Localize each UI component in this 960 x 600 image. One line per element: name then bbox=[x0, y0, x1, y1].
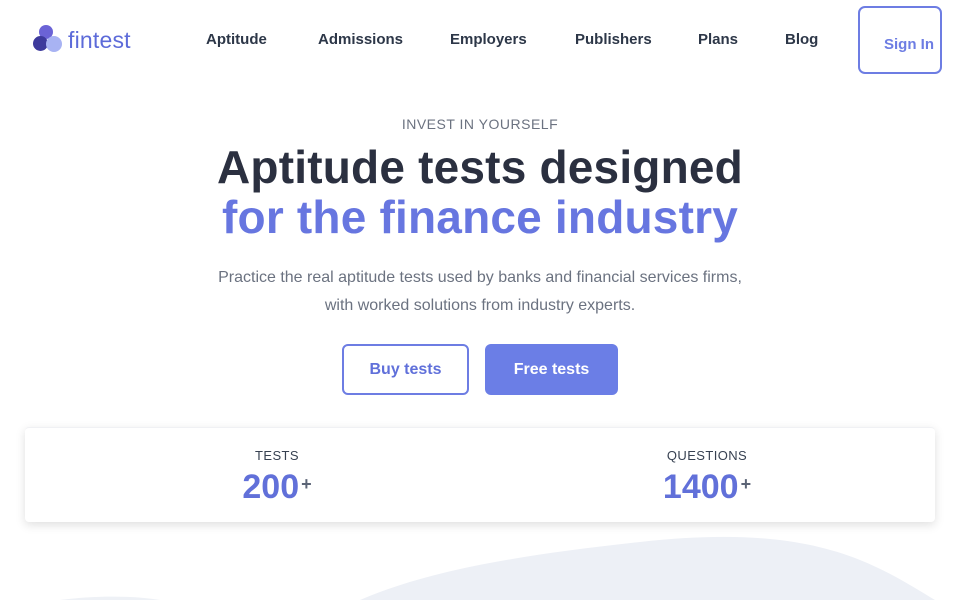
headline-line-1: Aptitude tests designed bbox=[217, 141, 743, 193]
subtext-line-1: Practice the real aptitude tests used by… bbox=[218, 269, 742, 286]
nav-item-publishers[interactable]: Publishers bbox=[575, 31, 652, 48]
headline-line-2: for the finance industry bbox=[222, 191, 738, 243]
stats-card: TESTS 200 + QUESTIONS 1400 + bbox=[25, 427, 935, 522]
hero-eyebrow: INVEST IN YOURSELF bbox=[401, 116, 559, 132]
free-tests-button[interactable]: Free tests bbox=[485, 344, 618, 395]
stat-label: QUESTIONS bbox=[666, 448, 748, 463]
subtext-line-2: with worked solutions from industry expe… bbox=[324, 297, 636, 314]
stat-value: 1400 + bbox=[587, 465, 827, 506]
nav-item-plans[interactable]: Plans bbox=[698, 31, 738, 48]
decorative-wave bbox=[60, 536, 935, 600]
hero-headline: Aptitude tests designed for the finance … bbox=[0, 142, 960, 242]
site-header: fintest Aptitude Admissions Employers Pu… bbox=[0, 0, 960, 80]
stat-label: TESTS bbox=[255, 448, 299, 463]
nav-item-employers[interactable]: Employers bbox=[450, 31, 527, 48]
stat-value: 200 + bbox=[157, 465, 397, 506]
sign-in-button[interactable]: Sign In bbox=[858, 6, 942, 74]
nav-item-aptitude[interactable]: Aptitude bbox=[206, 31, 267, 48]
nav-item-admissions[interactable]: Admissions bbox=[318, 31, 403, 48]
buy-tests-button[interactable]: Buy tests bbox=[342, 344, 469, 395]
stat-tests: TESTS 200 + bbox=[157, 448, 397, 506]
stat-questions: QUESTIONS 1400 + bbox=[587, 448, 827, 506]
main-nav: Aptitude Admissions Employers Publishers… bbox=[0, 31, 960, 51]
hero-subtext: Practice the real aptitude tests used by… bbox=[0, 264, 960, 320]
stat-suffix: + bbox=[301, 474, 312, 494]
nav-item-blog[interactable]: Blog bbox=[785, 31, 818, 48]
stat-number: 200 bbox=[242, 468, 300, 506]
stat-number: 1400 bbox=[662, 468, 739, 506]
stat-suffix: + bbox=[740, 474, 752, 494]
